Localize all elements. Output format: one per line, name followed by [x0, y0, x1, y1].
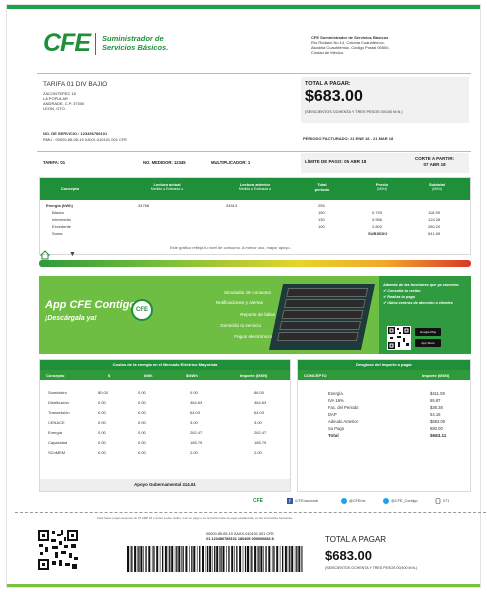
market-costs-header: Concepto $ kWh $/kWh Importe (MXN) — [40, 370, 290, 380]
cfe-logo: CFE Suministrador de Servicios Básicos. — [43, 29, 168, 58]
table-row: SCnMEM 0.00 0.00 2.00 2.00 — [48, 450, 262, 455]
graph-note: Este gráfico refleja tu nivel de consumo… — [170, 245, 291, 250]
payment-reference: 00000 85-05-19 XAXX-010101 001 CFE 01 12… — [206, 532, 274, 541]
row-label: Excedente — [52, 224, 71, 229]
arrow-down-icon: ▼ — [69, 251, 76, 258]
app-banner[interactable]: App CFE Contigo ¡Descárgala ya! CFE Simu… — [39, 276, 471, 354]
twitter-icon — [383, 498, 389, 504]
consumption-table-header: Concepto Lectura actual Medida ● Estimad… — [40, 178, 470, 200]
table-row: Energía $411.08 — [328, 391, 445, 396]
supplier-address: CFE Suministrador de Servicios Básicos R… — [311, 35, 390, 55]
phones-image — [268, 284, 376, 350]
total-amount: $683.00 — [305, 88, 363, 105]
feature-label: Reporte de fallas — [240, 312, 275, 317]
table-row: IVA 16% 65.97 — [328, 398, 441, 403]
electricity-bill: CFE Suministrador de Servicios Básicos. … — [6, 4, 486, 588]
payment-barcode — [127, 546, 303, 572]
current-reading: 34768 — [138, 203, 150, 208]
facebook-icon: f — [287, 498, 293, 504]
app-store-badge[interactable]: App Store — [415, 339, 441, 347]
row-label: Intermedio — [52, 217, 71, 222]
multiplier: MULTIPLICADOR: 1 — [211, 159, 251, 165]
table-row: Capacidad 0.00 0.00 165.79 165.79 — [48, 440, 267, 445]
total-label: TOTAL A PAGAR: — [305, 81, 351, 87]
tariff-title: TARIFA 01 DIV BAJIO — [43, 81, 108, 88]
cut-line — [15, 512, 486, 513]
amount-breakdown-table: Desglose del importe a pagar CONCEPTO Im… — [297, 359, 471, 492]
feature-label: Simulador de consumo — [224, 290, 271, 295]
total-words: (SEISCIENTOS OCHENTA Y TRES PESOS 00/100… — [305, 110, 403, 114]
table-row: Adeudo Anterior $683.00 — [328, 419, 446, 424]
bottom-stripe — [7, 584, 480, 587]
market-costs-title: Costos de la energía en el Mercado Eléct… — [40, 360, 290, 370]
app-subtitle: ¡Descárgala ya! — [45, 315, 97, 322]
table-row: Su Pago 680.00 — [328, 426, 443, 431]
previous-reading: 34513 — [226, 203, 238, 208]
period-total: 255 — [318, 203, 325, 208]
phone-icon — [435, 498, 441, 504]
cfe-social-link[interactable]: CFE — [253, 496, 263, 506]
amount-breakdown-header: CONCEPTO Importe (MXN) — [298, 370, 470, 380]
payment-limit: LÍMITE DE PAGO: 05 ABR 18 — [305, 159, 367, 164]
app-logo-icon: CFE — [131, 299, 153, 321]
logo-name: Suministrador de Servicios Básicos. — [102, 34, 169, 52]
feature-label: Pagos electrónicos — [234, 334, 273, 339]
house-icon — [40, 250, 50, 260]
government-support: Apoyo Gubernamental 414.61 — [40, 479, 290, 491]
feature-label: Domicilio tu servicio — [220, 323, 261, 328]
row-label: Básico — [52, 210, 65, 215]
service-info: NO. DE SERVICIO : 123456789101 RMU : 000… — [43, 131, 128, 142]
stub-total-label: TOTAL A PAGAR — [325, 535, 387, 544]
payment-qr-code[interactable] — [37, 529, 79, 571]
stub-total-words: (SEISCIENTOS OCHENTA Y TRES PESOS 00/100… — [325, 566, 418, 570]
phone-link[interactable]: 071 — [435, 496, 449, 506]
fine-print: Para hacer pagos después de 07 ABR 18 o … — [97, 516, 293, 520]
stub-total-amount: $683.00 — [325, 548, 372, 563]
amount-breakdown-title: Desglose del importe a pagar — [298, 360, 470, 370]
table-row: Suministro 80.00 0.00 0.00 86.00 — [48, 390, 265, 395]
twitter-link[interactable]: @CFEmx — [341, 496, 366, 506]
facebook-link[interactable]: f /CFEnacional — [287, 496, 318, 506]
twitter-contigo-link[interactable]: @CFE_Contigo — [383, 496, 418, 506]
market-costs-table: Costos de la energía en el Mercado Eléct… — [39, 359, 291, 492]
google-play-badge[interactable]: Google Play — [415, 328, 441, 336]
consumption-level-bar — [39, 260, 471, 267]
app-benefits: Además de las funciones que ya conoces: … — [379, 276, 471, 354]
customer-address: ZACONTEPEC 15 LA POPULAR ANDRADE, C.P. 3… — [43, 91, 85, 111]
top-stripe — [7, 5, 480, 9]
tarifa: TARIFA: 01 — [43, 159, 66, 165]
payment-limit-box: LÍMITE DE PAGO: 05 ABR 18 CORTE A PARTIR… — [301, 153, 469, 173]
header-divider — [37, 73, 471, 74]
meter-number: NO. MEDIDOR: 12345 — [143, 159, 186, 165]
table-row: Energía 0.00 0.00 262.47 262.47 — [48, 430, 267, 435]
billing-period: PERIODO FACTURADO: 21 ENE 18 - 21 MAR 18 — [303, 136, 394, 141]
logo-cfe-text: CFE — [43, 29, 91, 57]
app-title: App CFE Contigo — [45, 299, 137, 311]
row-label: Suma — [52, 231, 63, 236]
total-row: Total $683.11 — [328, 433, 447, 438]
consumption-table: Concepto Lectura actual Medida ● Estimad… — [39, 177, 471, 255]
table-row: Distribución 0.00 0.00 364.63 364.63 — [48, 400, 267, 405]
energy-label: Energía (kWh) — [46, 203, 73, 208]
svg-text:f: f — [289, 499, 291, 504]
table-row: CENACE 0.00 0.00 3.00 3.00 — [48, 420, 262, 425]
table-row: DAP 54.15 — [328, 412, 441, 417]
total-box: TOTAL A PAGAR: $683.00 (SEISCIENTOS OCHE… — [301, 77, 469, 123]
table-row: Fac. del Periodo $36.38 — [328, 405, 443, 410]
table-row: Transmisión 0.00 0.00 64.03 64.03 — [48, 410, 265, 415]
cut-date: CORTE A PARTIR: 07 ABR 18 — [415, 156, 455, 167]
twitter-icon — [341, 498, 347, 504]
app-qr-code[interactable] — [387, 326, 411, 350]
feature-label: Notificaciones y alertas — [215, 300, 263, 305]
